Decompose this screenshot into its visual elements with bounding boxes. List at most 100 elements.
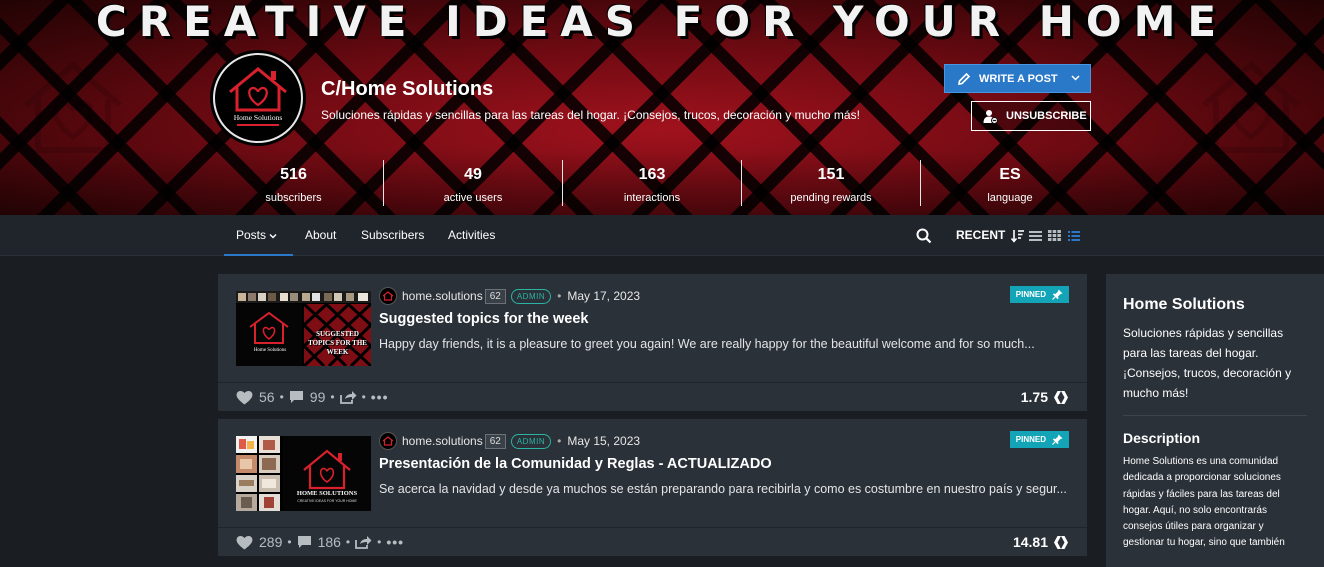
share-icon[interactable] (339, 390, 357, 404)
sidebar-title: Home Solutions (1123, 296, 1245, 313)
community-name: C/Home Solutions (321, 78, 494, 100)
stat-value: 516 (280, 166, 307, 183)
house-heart-icon (382, 291, 394, 301)
post-card[interactable]: HOME SOLUTIONS CREATIVE IDEAS FOR YOUR H… (218, 419, 1087, 556)
grid-view-icon[interactable] (1048, 230, 1061, 241)
stat-subscribers: 516 subscribers (204, 160, 383, 206)
pinned-badge: PINNED (1009, 286, 1069, 303)
sidebar-description-title: Description (1123, 430, 1201, 446)
house-heart-icon (24, 61, 122, 153)
community-tagline: Soluciones rápidas y sencillas para las … (321, 108, 860, 122)
heart-upvote-icon[interactable] (236, 535, 253, 550)
chevron-down-icon[interactable] (1071, 73, 1080, 82)
author-name[interactable]: home.solutions (402, 434, 483, 448)
thumb-logo-text: HOME SOLUTIONS (296, 490, 358, 497)
post-title[interactable]: Presentación de la Comunidad y Reglas - … (379, 456, 772, 472)
unsubscribe-label: UNSUBSCRIBE (1006, 110, 1087, 122)
pinned-badge: PINNED (1009, 431, 1069, 448)
post-title[interactable]: Suggested topics for the week (379, 311, 589, 327)
post-date[interactable]: May 15, 2023 (567, 434, 640, 448)
more-options-icon[interactable]: ••• (386, 534, 404, 550)
reputation-badge: 62 (484, 288, 506, 304)
community-avatar[interactable]: Home Solutions (213, 53, 303, 143)
stat-label: language (987, 192, 1033, 204)
stat-value: 163 (638, 166, 666, 183)
tab-subscribers[interactable]: Subscribers (361, 215, 424, 256)
stat-label: pending rewards (790, 192, 872, 204)
stat-label: active users (443, 192, 503, 204)
sort-dropdown[interactable]: RECENT (956, 215, 1025, 256)
hive-token-icon (1054, 535, 1068, 549)
share-icon[interactable] (355, 535, 372, 549)
list-view-icon[interactable] (1029, 230, 1042, 241)
tab-activities[interactable]: Activities (448, 215, 495, 256)
stat-label: subscribers (265, 192, 322, 204)
payout-value: 14.81 (1012, 534, 1048, 550)
house-heart-icon (1202, 61, 1300, 153)
post-footer: 289 • 186 • • ••• 14.81 (218, 527, 1087, 556)
avatar-label: Home Solutions (233, 113, 283, 122)
post-card[interactable]: Home Solutions SUGGESTED TOPICS FOR THE … (218, 274, 1087, 411)
post-list: Home Solutions SUGGESTED TOPICS FOR THE … (218, 274, 1087, 564)
stat-value: 49 (464, 166, 482, 183)
pin-icon (1052, 289, 1063, 300)
thumb-caption: CREATIVE IDEAS FOR YOUR HOME (297, 499, 357, 503)
pencil-icon (958, 72, 971, 85)
post-meta: home.solutions 62 ADMIN • May 17, 2023 (379, 287, 640, 305)
post-thumbnail[interactable]: Home Solutions SUGGESTED TOPICS FOR THE … (236, 291, 371, 366)
stat-label: interactions (623, 192, 681, 204)
post-excerpt[interactable]: Happy day friends, it is a pleasure to g… (379, 334, 1069, 355)
role-badge: ADMIN (510, 433, 552, 449)
community-nav: Posts About Subscribers Activities RECEN… (0, 215, 1324, 256)
chevron-down-icon (269, 233, 277, 239)
post-footer: 56 • 99 • • ••• 1.75 (218, 382, 1087, 411)
search-icon[interactable] (916, 228, 932, 244)
comment-icon[interactable] (289, 390, 304, 404)
pin-icon (1052, 434, 1063, 445)
stat-value: 151 (817, 166, 845, 183)
sidebar-description: Home Solutions es una comunidad dedicada… (1123, 456, 1285, 549)
stat-interactions: 163 interactions (562, 160, 741, 206)
tab-posts[interactable]: Posts (224, 215, 293, 256)
divider (1123, 415, 1307, 416)
comment-count[interactable]: 99 (310, 389, 326, 405)
post-thumbnail[interactable]: HOME SOLUTIONS CREATIVE IDEAS FOR YOUR H… (236, 436, 371, 511)
vote-count[interactable]: 56 (259, 389, 275, 405)
reputation-badge: 62 (484, 433, 506, 449)
sort-label: RECENT (956, 228, 1006, 242)
user-remove-icon (983, 109, 998, 124)
thumb-logo-text: Home Solutions (253, 348, 287, 353)
payout-value: 1.75 (1020, 389, 1048, 405)
payout[interactable]: 1.75 (1021, 389, 1069, 405)
tab-about[interactable]: About (305, 215, 336, 256)
post-excerpt[interactable]: Se acerca la navidad y desde ya muchos s… (379, 479, 1069, 500)
stat-value: ES (999, 166, 1021, 183)
payout[interactable]: 14.81 (1013, 534, 1069, 550)
author-name[interactable]: home.solutions (402, 289, 483, 303)
community-sidebar: Home Solutions Soluciones rápidas y senc… (1106, 274, 1324, 567)
vote-count[interactable]: 289 (259, 534, 282, 550)
community-banner: CREATIVE IDEAS FOR YOUR HOME Home Soluti… (0, 0, 1324, 215)
role-badge: ADMIN (510, 288, 552, 304)
house-heart-icon (382, 436, 394, 446)
post-date[interactable]: May 17, 2023 (567, 289, 640, 303)
compact-list-view-icon[interactable] (1068, 230, 1080, 241)
house-heart-logo-icon (229, 67, 287, 126)
comment-count[interactable]: 186 (318, 534, 341, 550)
hive-token-icon (1054, 390, 1068, 404)
banner-title: CREATIVE IDEAS FOR YOUR HOME (95, 0, 1229, 46)
post-meta: home.solutions 62 ADMIN • May 15, 2023 (379, 432, 640, 450)
sort-descending-icon (1010, 229, 1024, 243)
stat-language: ES language (920, 160, 1099, 206)
heart-upvote-icon[interactable] (236, 390, 253, 405)
write-post-button[interactable]: WRITE A POST (944, 64, 1091, 93)
unsubscribe-button[interactable]: UNSUBSCRIBE (971, 101, 1091, 131)
author-avatar[interactable] (379, 432, 397, 450)
comment-icon[interactable] (297, 535, 312, 549)
tab-label: Posts (236, 228, 267, 242)
more-options-icon[interactable]: ••• (371, 389, 389, 405)
write-post-label: WRITE A POST (979, 72, 1058, 85)
author-avatar[interactable] (379, 287, 397, 305)
stat-pending-rewards: 151 pending rewards (741, 160, 920, 206)
thumb-caption: SUGGESTED TOPICS FOR THE WEEK (308, 330, 367, 356)
